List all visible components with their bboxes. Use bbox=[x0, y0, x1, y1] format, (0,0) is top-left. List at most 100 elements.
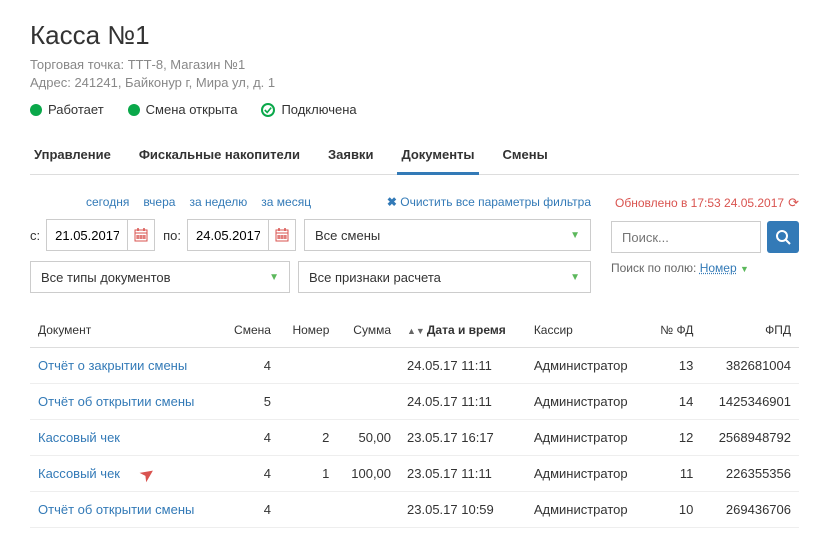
document-link[interactable]: Отчёт о закрытии смены bbox=[38, 358, 187, 373]
table-row: Отчёт о закрытии смены424.05.17 11:11Адм… bbox=[30, 348, 799, 384]
th-document[interactable]: Документ bbox=[30, 313, 220, 348]
table-row: Отчёт об открытии смены423.05.17 10:59Ад… bbox=[30, 492, 799, 528]
th-datetime[interactable]: ▲▼Дата и время bbox=[399, 313, 526, 348]
calendar-to-button[interactable] bbox=[268, 220, 295, 250]
status-working-label: Работает bbox=[48, 102, 104, 117]
th-number[interactable]: Номер bbox=[279, 313, 337, 348]
tab-shifts[interactable]: Смены bbox=[499, 137, 552, 175]
search-field-select[interactable]: Номер bbox=[700, 261, 737, 275]
cell-shift: 4 bbox=[220, 492, 278, 528]
sort-icon: ▲▼ bbox=[407, 326, 425, 336]
th-fpd[interactable]: ФПД bbox=[701, 313, 799, 348]
cell-datetime: 24.05.17 11:11 bbox=[399, 348, 526, 384]
cell-fpd: 2568948792 bbox=[701, 420, 799, 456]
tab-management[interactable]: Управление bbox=[30, 137, 115, 175]
updated-text: Обновлено в 17:53 24.05.2017 bbox=[615, 196, 784, 210]
th-sum[interactable]: Сумма bbox=[337, 313, 399, 348]
shift-select-label: Все смены bbox=[315, 228, 380, 243]
chevron-down-icon: ▼ bbox=[740, 264, 749, 274]
cell-cashier: Администратор bbox=[526, 492, 647, 528]
table-row: Кассовый чек4250,0023.05.17 16:17Админис… bbox=[30, 420, 799, 456]
point-value: ТТТ-8, Магазин №1 bbox=[128, 57, 246, 72]
tab-fiscal[interactable]: Фискальные накопители bbox=[135, 137, 304, 175]
quick-week[interactable]: за неделю bbox=[189, 195, 247, 209]
address-label: Адрес: bbox=[30, 75, 71, 90]
clear-filter-label: Очистить все параметры фильтра bbox=[400, 195, 591, 209]
status-connected-label: Подключена bbox=[281, 102, 356, 117]
refresh-icon[interactable]: ⟳ bbox=[788, 195, 799, 211]
cell-fpd: 269436706 bbox=[701, 492, 799, 528]
search-button[interactable] bbox=[767, 221, 799, 253]
th-datetime-label: Дата и время bbox=[427, 323, 506, 337]
cell-fd: 13 bbox=[647, 348, 701, 384]
cell-fpd: 1425346901 bbox=[701, 384, 799, 420]
cell-number: 2 bbox=[279, 420, 337, 456]
table-row: Отчёт об открытии смены 5 24.05.17 11:11Ад… bbox=[30, 384, 799, 420]
status-shift-label: Смена открыта bbox=[146, 102, 238, 117]
cell-sum bbox=[337, 348, 399, 384]
cell-datetime: 24.05.17 11:11 bbox=[399, 384, 526, 420]
calendar-icon bbox=[134, 228, 148, 242]
chevron-down-icon: ▼ bbox=[570, 230, 580, 241]
search-field-label: Поиск по полю: bbox=[611, 261, 696, 275]
calctype-select-label: Все признаки расчета bbox=[309, 270, 441, 285]
point-label: Торговая точка: bbox=[30, 57, 124, 72]
document-link[interactable]: Отчёт об открытии смены bbox=[38, 394, 194, 409]
date-from-label: с: bbox=[30, 228, 40, 243]
status-working: Работает bbox=[30, 102, 104, 117]
cell-cashier: Администратор bbox=[526, 384, 647, 420]
cell-number bbox=[279, 492, 337, 528]
updated-label: Обновлено в 17:53 24.05.2017 ⟳ bbox=[611, 195, 799, 211]
cell-fd: 12 bbox=[647, 420, 701, 456]
calctype-select[interactable]: Все признаки расчета ▼ bbox=[298, 261, 591, 293]
date-to-input[interactable] bbox=[188, 222, 268, 249]
cell-number: 1 bbox=[279, 456, 337, 492]
document-link[interactable]: Кассовый чек bbox=[38, 466, 120, 481]
date-from-input[interactable] bbox=[47, 222, 127, 249]
quick-today[interactable]: сегодня bbox=[86, 195, 129, 209]
cell-shift: 4 bbox=[220, 420, 278, 456]
cell-fpd: 382681004 bbox=[701, 348, 799, 384]
cell-shift: 5 bbox=[220, 384, 278, 420]
tab-requests[interactable]: Заявки bbox=[324, 137, 377, 175]
chevron-down-icon: ▼ bbox=[269, 272, 279, 283]
page-title: Касса №1 bbox=[30, 20, 799, 51]
th-shift[interactable]: Смена bbox=[220, 313, 278, 348]
search-icon bbox=[775, 229, 791, 245]
shift-select[interactable]: Все смены ▼ bbox=[304, 219, 591, 251]
document-link[interactable]: Отчёт об открытии смены bbox=[38, 502, 194, 517]
cell-fd: 11 bbox=[647, 456, 701, 492]
chevron-down-icon: ▼ bbox=[570, 272, 580, 283]
status-shift-open: Смена открыта bbox=[128, 102, 238, 117]
cell-fd: 14 bbox=[647, 384, 701, 420]
document-link[interactable]: Кассовый чек bbox=[38, 430, 120, 445]
calendar-from-button[interactable] bbox=[127, 220, 154, 250]
clear-filter[interactable]: ✖ Очистить все параметры фильтра bbox=[387, 195, 591, 209]
cell-sum bbox=[337, 384, 399, 420]
th-cashier[interactable]: Кассир bbox=[526, 313, 647, 348]
tabs: Управление Фискальные накопители Заявки … bbox=[30, 137, 799, 175]
cell-cashier: Администратор bbox=[526, 420, 647, 456]
quick-month[interactable]: за месяц bbox=[261, 195, 311, 209]
quick-yesterday[interactable]: вчера bbox=[143, 195, 175, 209]
cell-shift: 4 bbox=[220, 348, 278, 384]
search-field-row: Поиск по полю: Номер ▼ bbox=[611, 261, 799, 275]
pointer-arrow-icon: ➤ bbox=[135, 462, 159, 488]
doctype-select[interactable]: Все типы документов ▼ bbox=[30, 261, 290, 293]
th-fd[interactable]: № ФД bbox=[647, 313, 701, 348]
cell-cashier: Администратор bbox=[526, 456, 647, 492]
status-row: Работает Смена открыта Подключена bbox=[30, 102, 799, 117]
doctype-select-label: Все типы документов bbox=[41, 270, 171, 285]
cell-sum: 100,00 bbox=[337, 456, 399, 492]
cell-number bbox=[279, 384, 337, 420]
calendar-icon bbox=[275, 228, 289, 242]
cell-sum: 50,00 bbox=[337, 420, 399, 456]
check-circle-icon bbox=[261, 103, 275, 117]
status-dot-icon bbox=[30, 104, 42, 116]
cell-fpd: 226355356 bbox=[701, 456, 799, 492]
address-line: Адрес: 241241, Байконур г, Мира ул, д. 1 bbox=[30, 75, 799, 90]
cell-fd: 10 bbox=[647, 492, 701, 528]
search-input[interactable] bbox=[611, 221, 761, 253]
close-icon: ✖ bbox=[387, 195, 397, 209]
tab-documents[interactable]: Документы bbox=[397, 137, 478, 175]
